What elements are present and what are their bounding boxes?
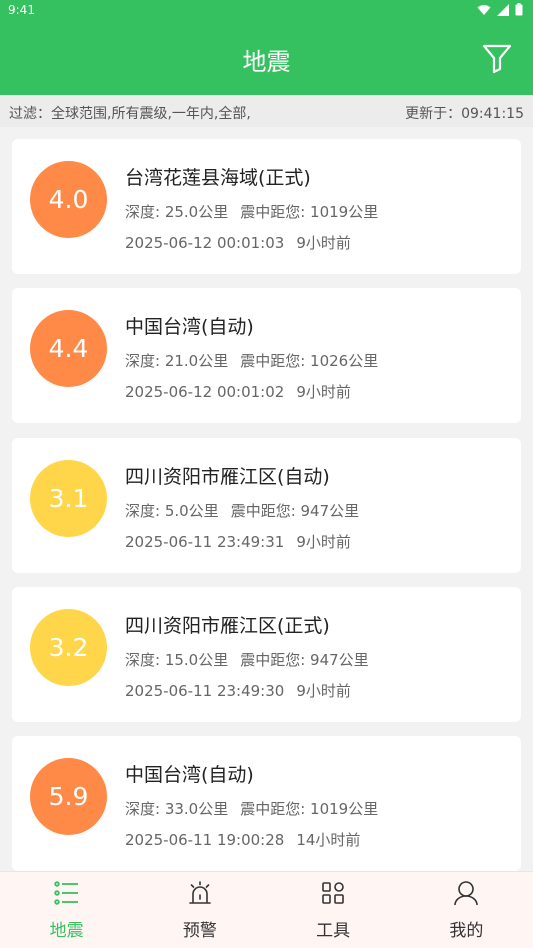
magnitude-badge: 3.1 [30, 460, 107, 537]
magnitude-badge: 5.9 [30, 758, 107, 835]
alarm-icon [189, 881, 211, 904]
quake-time: 2025-06-12 00:01:02 9小时前 [125, 381, 351, 402]
filter-summary-bar[interactable]: 过滤：全球范围,所有震级,一年内,全部, 更新于：09:41:15 [0, 95, 533, 127]
tools-grid-icon [322, 882, 344, 904]
quake-card[interactable]: 3.1 四川资阳市雁江区(自动) 深度: 5.0公里 震中距您: 947公里 20… [12, 438, 521, 573]
quake-time: 2025-06-11 23:49:30 9小时前 [125, 680, 351, 701]
nav-tab-tools[interactable]: 工具 [267, 872, 400, 948]
quake-card[interactable]: 4.4 中国台湾(自动) 深度: 21.0公里 震中距您: 1026公里 2025… [12, 288, 521, 423]
quake-card[interactable]: 5.9 中国台湾(自动) 深度: 33.0公里 震中距您: 1019公里 2025… [12, 736, 521, 871]
quake-datetime: 2025-06-11 19:00:28 [125, 831, 285, 849]
quake-depth: 深度: 25.0公里 [125, 203, 229, 221]
quake-distance: 震中距您: 947公里 [240, 651, 369, 669]
quake-datetime: 2025-06-11 23:49:30 [125, 682, 285, 700]
status-time: 9:41 [8, 3, 35, 17]
quake-time: 2025-06-11 23:49:31 9小时前 [125, 531, 351, 552]
magnitude-badge: 3.2 [30, 609, 107, 686]
quake-location: 四川资阳市雁江区(自动) [125, 466, 330, 488]
quake-detail: 深度: 25.0公里 震中距您: 1019公里 [125, 201, 378, 222]
quake-distance: 震中距您: 1026公里 [240, 352, 379, 370]
magnitude-badge: 4.4 [30, 310, 107, 387]
magnitude-badge: 4.0 [30, 161, 107, 238]
nav-label: 工具 [316, 921, 351, 941]
list-icon [53, 881, 78, 905]
filter-icon [482, 44, 512, 74]
quake-location: 台湾花莲县海域(正式) [125, 167, 311, 189]
nav-label: 地震 [49, 921, 84, 941]
page-title: 地震 [242, 48, 291, 76]
quake-datetime: 2025-06-12 00:01:02 [125, 383, 285, 401]
app-bar: 地震 [0, 22, 533, 95]
quake-location: 四川资阳市雁江区(正式) [125, 615, 330, 637]
quake-distance: 震中距您: 1019公里 [240, 800, 379, 818]
bottom-nav: 地震 预警 工具 我的 [0, 871, 533, 948]
quake-time: 2025-06-12 00:01:03 9小时前 [125, 232, 351, 253]
quake-card[interactable]: 3.2 四川资阳市雁江区(正式) 深度: 15.0公里 震中距您: 947公里 2… [12, 587, 521, 722]
quake-datetime: 2025-06-11 23:49:31 [125, 533, 285, 551]
quake-location: 中国台湾(自动) [125, 316, 254, 338]
quake-depth: 深度: 5.0公里 [125, 502, 219, 520]
filter-summary: 过滤：全球范围,所有震级,一年内,全部, [9, 106, 251, 122]
quake-ago: 9小时前 [296, 234, 351, 252]
quake-datetime: 2025-06-12 00:01:03 [125, 234, 285, 252]
quake-depth: 深度: 21.0公里 [125, 352, 229, 370]
wifi-icon [477, 4, 491, 15]
quake-distance: 震中距您: 1019公里 [240, 203, 379, 221]
user-icon [454, 881, 479, 906]
status-icons [477, 3, 523, 16]
nav-label: 我的 [449, 921, 484, 941]
quake-location: 中国台湾(自动) [125, 764, 254, 786]
nav-tab-warning[interactable]: 预警 [133, 872, 266, 948]
quake-ago: 9小时前 [296, 383, 351, 401]
quake-time: 2025-06-11 19:00:28 14小时前 [125, 829, 360, 850]
quake-ago: 9小时前 [296, 533, 351, 551]
quake-detail: 深度: 21.0公里 震中距您: 1026公里 [125, 350, 378, 371]
quake-detail: 深度: 15.0公里 震中距您: 947公里 [125, 649, 369, 670]
quake-card[interactable]: 4.0 台湾花莲县海域(正式) 深度: 25.0公里 震中距您: 1019公里 2… [12, 139, 521, 274]
filter-button[interactable] [481, 42, 513, 74]
signal-icon [497, 3, 509, 16]
quake-depth: 深度: 15.0公里 [125, 651, 229, 669]
quake-distance: 震中距您: 947公里 [230, 502, 360, 520]
nav-tab-earthquake[interactable]: 地震 [0, 872, 133, 948]
nav-tab-profile[interactable]: 我的 [400, 872, 533, 948]
quake-detail: 深度: 33.0公里 震中距您: 1019公里 [125, 798, 378, 819]
battery-icon [515, 3, 523, 16]
quake-ago: 9小时前 [296, 682, 351, 700]
quake-ago: 14小时前 [296, 831, 361, 849]
quake-depth: 深度: 33.0公里 [125, 800, 229, 818]
quake-detail: 深度: 5.0公里 震中距您: 947公里 [125, 500, 359, 521]
quake-list[interactable]: 4.0 台湾花莲县海域(正式) 深度: 25.0公里 震中距您: 1019公里 2… [0, 127, 533, 871]
status-bar: 9:41 [0, 0, 533, 22]
update-time: 更新于：09:41:15 [405, 106, 524, 122]
nav-label: 预警 [182, 921, 217, 941]
